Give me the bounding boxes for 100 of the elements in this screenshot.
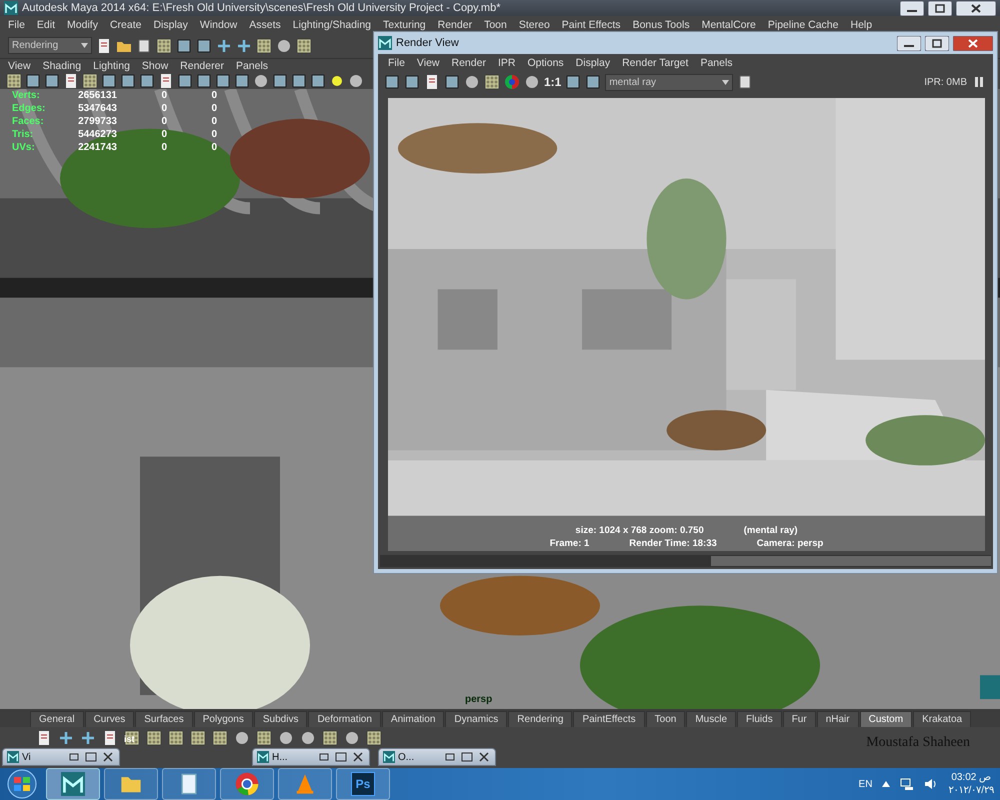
shelf-tab[interactable]: Surfaces (135, 711, 193, 727)
square-icon[interactable] (234, 73, 250, 89)
grid-icon[interactable] (6, 73, 22, 89)
sphere-icon[interactable] (524, 74, 540, 90)
menu-item[interactable]: Stereo (512, 18, 556, 30)
sphere-icon[interactable] (253, 73, 269, 89)
menu-item[interactable]: Texturing (377, 18, 432, 30)
speaker-icon[interactable] (924, 777, 938, 791)
sphere-icon[interactable] (344, 730, 360, 746)
shelf-tab[interactable]: Fluids (737, 711, 782, 727)
minimize-icon[interactable] (897, 36, 921, 50)
network-icon[interactable] (900, 777, 914, 791)
taskbar-button[interactable] (46, 768, 100, 800)
mode-dropdown[interactable]: Rendering (8, 37, 92, 54)
menu-item[interactable]: Panels (694, 57, 739, 69)
shelf-tab[interactable]: Rendering (508, 711, 572, 727)
close-icon[interactable] (101, 751, 115, 763)
color-channels-icon[interactable] (504, 74, 520, 90)
restore-icon[interactable] (67, 751, 81, 763)
grid-icon[interactable] (366, 730, 382, 746)
restore-icon[interactable] (317, 751, 331, 763)
renderer-dropdown[interactable]: mental ray (605, 74, 734, 90)
menu-item[interactable]: Assets (243, 18, 287, 30)
maximize-icon[interactable] (84, 751, 98, 763)
shelf-tab[interactable]: Dynamics (445, 711, 508, 727)
square-icon[interactable] (272, 73, 288, 89)
shelf-tab[interactable]: Muscle (686, 711, 736, 727)
menu-item[interactable]: Render (432, 18, 478, 30)
grid-icon[interactable] (190, 730, 206, 746)
maximize-icon[interactable] (334, 751, 348, 763)
square-icon[interactable] (196, 73, 212, 89)
square-icon[interactable] (139, 73, 155, 89)
menu-item[interactable]: Paint Effects (556, 18, 627, 30)
page-icon[interactable] (102, 730, 118, 746)
shelf-tab[interactable]: Custom (860, 711, 912, 727)
square-icon[interactable] (177, 73, 193, 89)
grid-icon[interactable] (322, 730, 338, 746)
square-icon[interactable] (176, 38, 192, 54)
maximize-icon[interactable] (925, 36, 949, 50)
grid-icon[interactable] (82, 73, 98, 89)
grid-icon[interactable] (484, 74, 500, 90)
menu-item[interactable]: Options (521, 57, 570, 69)
page-icon[interactable] (158, 73, 174, 89)
cross-icon[interactable] (80, 730, 96, 746)
minimize-icon[interactable] (900, 0, 924, 16)
sphere-icon[interactable] (276, 38, 292, 54)
language-indicator[interactable]: EN (858, 778, 872, 790)
grid-icon[interactable] (156, 38, 172, 54)
square-icon[interactable] (101, 73, 117, 89)
grid-icon[interactable] (146, 730, 162, 746)
close-icon[interactable] (956, 0, 996, 16)
sphere-icon[interactable] (348, 73, 364, 89)
close-icon[interactable] (477, 751, 491, 763)
menu-item[interactable]: Create (104, 18, 148, 30)
minimized-window[interactable]: O... (378, 748, 496, 766)
square-icon[interactable] (215, 73, 231, 89)
sphere-icon[interactable] (300, 730, 316, 746)
shelf-tab[interactable]: General (30, 711, 84, 727)
menu-item[interactable]: Edit (30, 18, 62, 30)
menu-item[interactable]: Panels (230, 60, 274, 72)
sphere-icon[interactable] (234, 730, 250, 746)
menu-item[interactable]: File (382, 57, 411, 69)
menu-item[interactable]: View (2, 60, 37, 72)
menu-item[interactable]: Display (147, 18, 194, 30)
shelf-tab[interactable]: Deformation (308, 711, 381, 727)
shelf-tab[interactable]: nHair (816, 711, 859, 727)
grid-icon[interactable] (296, 38, 312, 54)
grid-icon[interactable] (256, 730, 272, 746)
menu-item[interactable]: File (2, 18, 31, 30)
menu-item[interactable]: Modify (61, 18, 104, 30)
page-icon[interactable] (36, 730, 52, 746)
menu-item[interactable]: IPR (492, 57, 522, 69)
menu-item[interactable]: Display (570, 57, 616, 69)
menu-item[interactable]: View (410, 57, 446, 69)
shelf-tab[interactable]: Animation (382, 711, 444, 727)
square-icon[interactable] (291, 73, 307, 89)
light-icon[interactable] (329, 73, 345, 89)
cross-icon[interactable] (58, 730, 74, 746)
minimized-window[interactable]: H... (252, 748, 370, 766)
menu-item[interactable]: Window (194, 18, 244, 30)
square-icon[interactable] (120, 73, 136, 89)
shelf-tab[interactable]: Fur (782, 711, 816, 727)
menu-item[interactable]: Render Target (616, 57, 694, 69)
shelf-tab[interactable]: Subdivs (254, 711, 308, 727)
grid-icon[interactable] (124, 730, 140, 746)
page-icon[interactable] (63, 73, 79, 89)
maximize-icon[interactable] (928, 0, 952, 16)
menu-item[interactable]: Show (136, 60, 174, 72)
square-icon[interactable] (196, 38, 212, 54)
document-icon[interactable] (96, 38, 112, 54)
grid-icon[interactable] (212, 730, 228, 746)
menu-item[interactable]: MentalCore (696, 18, 762, 30)
minimized-window[interactable]: Vi (2, 748, 120, 766)
taskbar-button[interactable]: Ps (336, 768, 390, 800)
shelf-tab[interactable]: Curves (84, 711, 134, 727)
close-icon[interactable] (351, 751, 365, 763)
ratio-button[interactable]: 1:1 (544, 75, 562, 89)
menu-item[interactable]: Renderer (174, 60, 230, 72)
shelf-tab[interactable]: PaintEffects (573, 711, 645, 727)
restore-icon[interactable] (443, 751, 457, 763)
